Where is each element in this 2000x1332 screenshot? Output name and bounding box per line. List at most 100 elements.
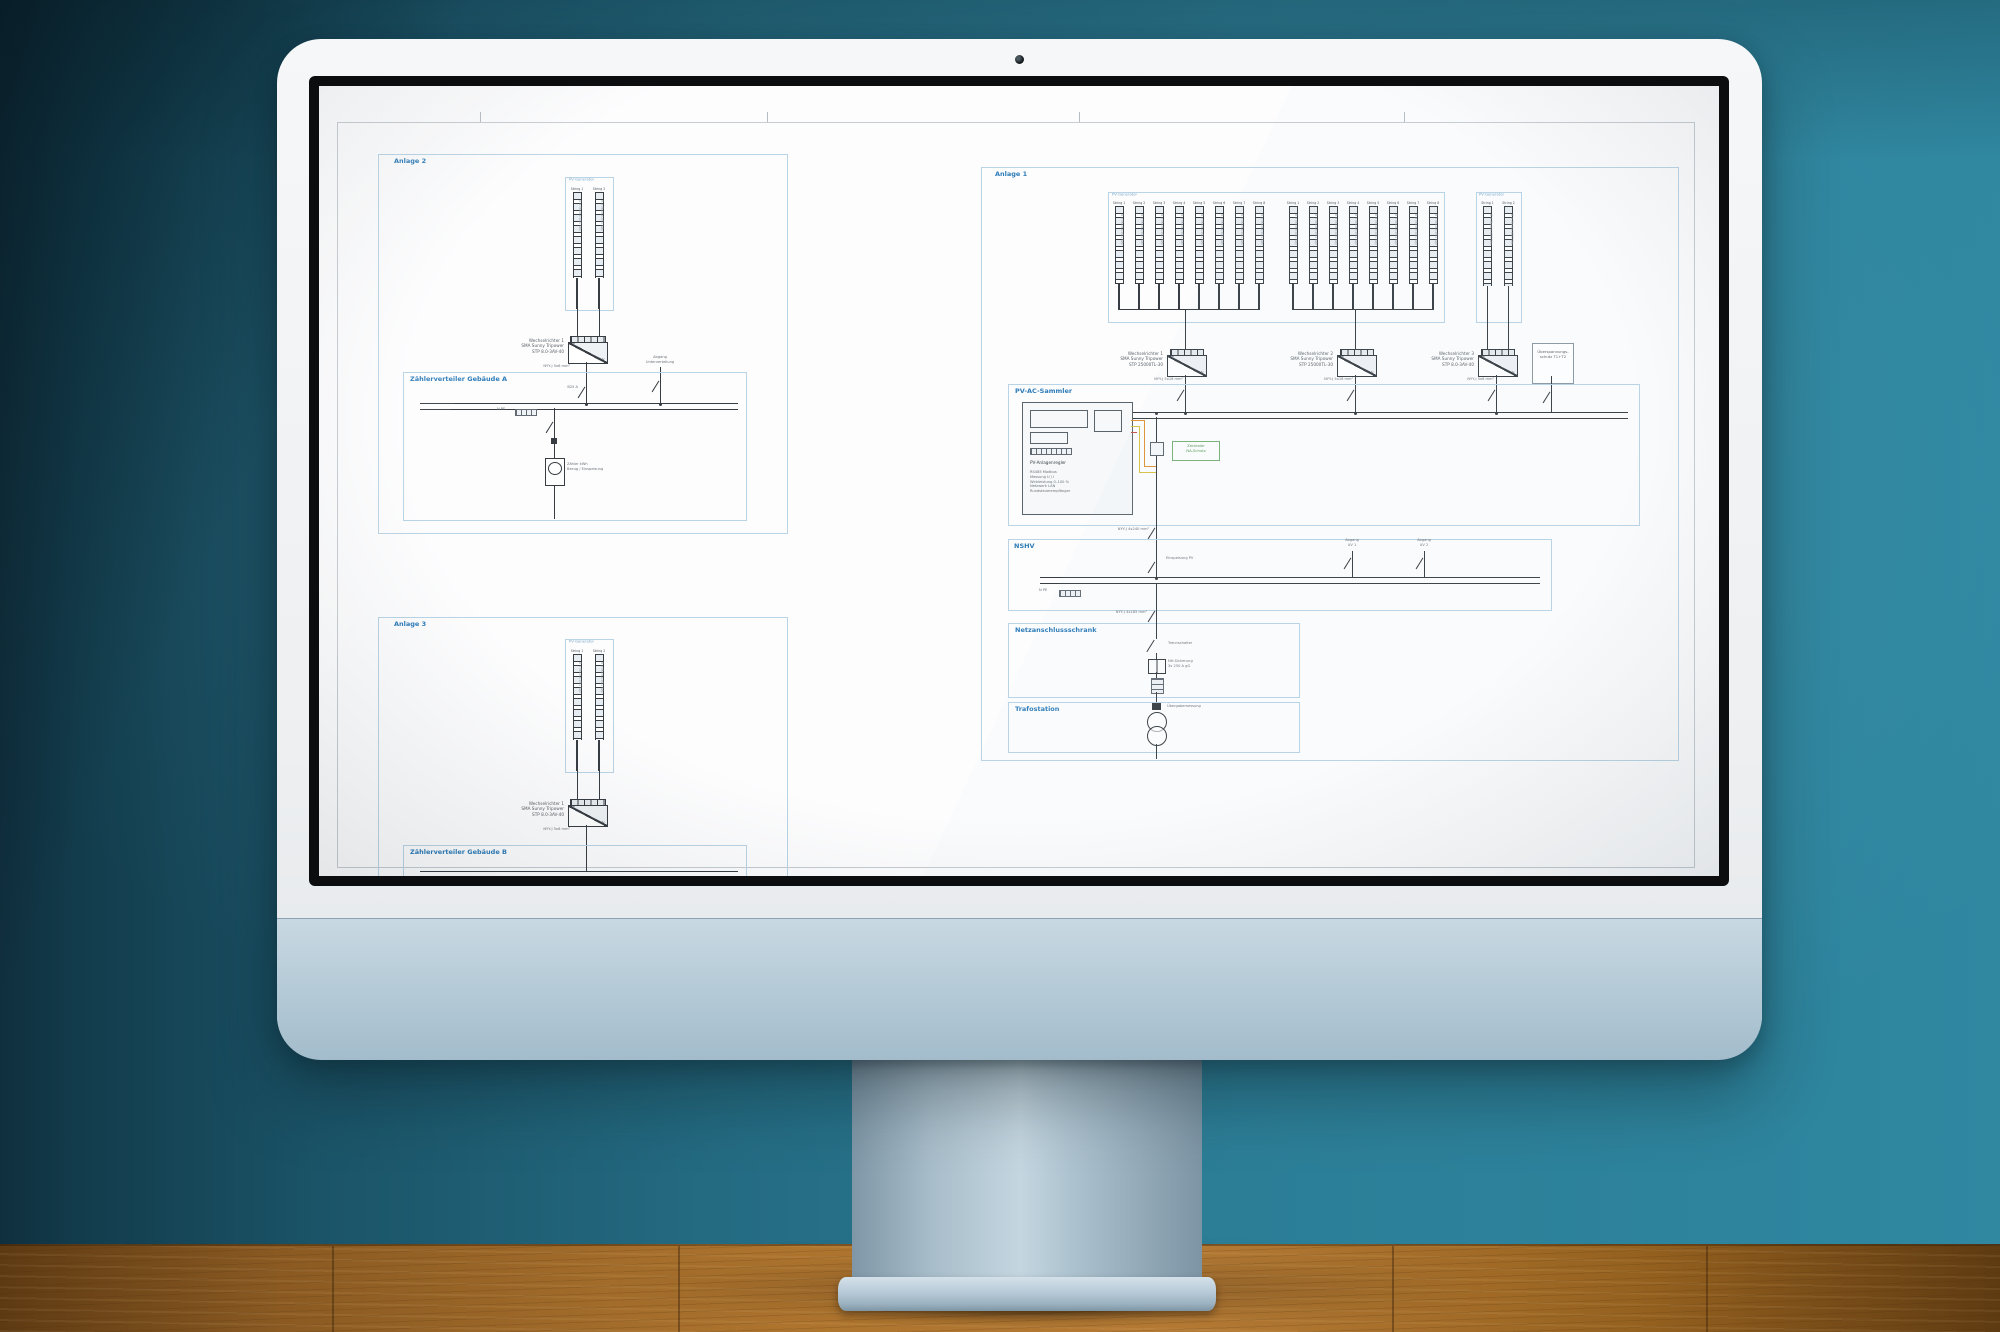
ct-meter-symbol [1150, 442, 1164, 456]
pv-string-group: String 18 x Modul 450 WpString 28 x Modu… [1478, 200, 1520, 312]
pv-string-column: String 58 x Modul 450 Wp [1364, 200, 1382, 310]
inverter-symbol: =~ [1337, 355, 1377, 377]
inverter-label: Wechselrichter 3SMA Sunny TripowerSTP 8.… [1372, 351, 1474, 367]
signal-wire-red [1131, 432, 1137, 433]
dc-line [599, 309, 600, 336]
dc-line [576, 740, 577, 771]
pv-string-label: String 1 [1479, 200, 1496, 205]
sheet-tick [767, 112, 768, 122]
anlage1-title: Anlage 1 [995, 170, 1027, 178]
transformer-station-title: Trafostation [1015, 705, 1059, 713]
meter-symbol [545, 458, 565, 486]
pv-string-group: String 18 x Modul 450 WpString 28 x Modu… [567, 186, 611, 309]
dc-line [1138, 284, 1139, 310]
grid-line [1156, 417, 1157, 524]
dc-line [577, 771, 578, 799]
pv-module-note: 8 x Modul 450 Wp [1180, 214, 1184, 245]
pe-label: N PE [1039, 588, 1047, 593]
inverter-label: Wechselrichter 1SMA Sunny TripowerSTP 8.… [458, 801, 564, 817]
pv-string-column: String 28 x Modul 450 Wp [1130, 200, 1148, 310]
dc-line [1355, 309, 1356, 349]
anlage2-title: Anlage 2 [394, 157, 426, 165]
pv-string-label: String 8 [1251, 200, 1267, 205]
cable-label: NYY-J 5x16 mm² [1289, 377, 1353, 382]
pv-string-column: String 18 x Modul 450 Wp [567, 186, 587, 309]
imac-chin [277, 918, 1762, 1060]
switch-label: Trennschalter [1168, 641, 1192, 646]
dc-line [1218, 284, 1219, 310]
controller-module [1030, 410, 1088, 428]
sheet-tick [1404, 112, 1405, 122]
inverter-symbol: =~ [1167, 355, 1207, 377]
signal-wire-orange [1131, 420, 1145, 421]
feeder-stub [1424, 551, 1425, 577]
dc-line [1508, 286, 1509, 312]
pv-string-label: String 2 [590, 648, 608, 653]
pv-module-note: 8 x Modul 450 Wp [1140, 214, 1144, 245]
dc-line [576, 278, 577, 309]
controller-module [1030, 432, 1068, 444]
string-merge-line [1293, 309, 1433, 310]
grid-line [1156, 583, 1157, 623]
dc-line [1118, 284, 1119, 310]
pv-string-group: String 18 x Modul 450 WpString 28 x Modu… [1110, 200, 1268, 310]
inverter-label: Wechselrichter 1SMA Sunny TripowerSTP 8.… [458, 338, 564, 354]
signal-wire-yellow [1139, 472, 1157, 473]
pv-string-column: String 78 x Modul 450 Wp [1230, 200, 1248, 310]
pv-module-note: 8 x Modul 450 Wp [1200, 214, 1204, 245]
scene: Anlage 2 PV-Generator String 18 x Modul … [0, 0, 2000, 1332]
pv-string-column: String 2 8 x Modul 450 Wp [589, 648, 609, 771]
pv-string-label: String 3 [1325, 200, 1341, 205]
dc-line [1487, 286, 1488, 312]
wiring-diagram: Anlage 2 PV-Generator String 18 x Modul … [319, 86, 1719, 876]
cable-label: NYY-J 5x6 mm² [1430, 377, 1494, 382]
pv-string-label: String 2 [1305, 200, 1321, 205]
pv-string-label: String 7 [1405, 200, 1421, 205]
junction-dot [1155, 412, 1158, 415]
pv-string-label: String 6 [1211, 200, 1227, 205]
sheet-tick [480, 112, 481, 122]
pv-string-label: String 4 [1171, 200, 1187, 205]
pv-module-note: 8 x Modul 450 Wp [578, 662, 582, 693]
feeder-label: Einspeisung PV [1166, 556, 1193, 561]
pv-string-box-title: PV-Generator [569, 640, 594, 645]
anlage3-title: Anlage 3 [394, 620, 426, 628]
inverter-label: Wechselrichter 1SMA Sunny TripowerSTP 25… [1061, 351, 1163, 367]
inverter-symbol: =~ [568, 805, 608, 827]
pv-module-note: 8 x Modul 450 Wp [600, 662, 604, 693]
pv-module-note: 8 x Modul 450 Wp [1240, 214, 1244, 245]
pv-string-label: String 3 [1151, 200, 1167, 205]
dc-line [1332, 284, 1333, 310]
controller-label: PV-Anlagenregler [1030, 460, 1066, 465]
pv-module-note: 8 x Modul 450 Wp [1354, 214, 1358, 245]
transformer-symbol [1147, 726, 1167, 746]
junction-dot [1354, 412, 1357, 415]
inverter-symbol: =~ [568, 342, 608, 364]
pv-string-column: String 18 x Modul 450 Wp [1478, 200, 1497, 312]
pv-string-label: String 5 [1365, 200, 1381, 205]
pv-string-box-title: PV-Generator [1479, 193, 1504, 198]
cable-label: NYY-J 5x6 mm² [500, 827, 570, 832]
imac-stand-base [838, 1277, 1216, 1311]
pv-string-column: String 18 x Modul 450 Wp [1110, 200, 1128, 310]
dc-line [598, 278, 599, 309]
busbar [1100, 412, 1628, 419]
pv-module-note: 8 x Modul 450 Wp [1414, 214, 1418, 245]
cable-label: NYY-J 4x185 mm² [1075, 610, 1147, 615]
outgoing-label: AbgangUV 2 [1404, 538, 1444, 548]
dc-line [577, 309, 578, 336]
string-merge-line [1119, 309, 1259, 310]
pv-string-box-title: PV-Generator [1112, 193, 1137, 198]
pv-string-column: String 38 x Modul 450 Wp [1324, 200, 1342, 310]
pv-module-note: 8 x Modul 450 Wp [1394, 214, 1398, 245]
pv-string-column: String 38 x Modul 450 Wp [1150, 200, 1168, 310]
busbar [1040, 577, 1540, 584]
dc-line [1352, 284, 1353, 310]
dc-line [1508, 312, 1509, 349]
fuse-label: NH-Sicherung3x 250 A gG [1168, 659, 1193, 669]
junction-dot [1155, 577, 1158, 580]
junction-dot [659, 403, 662, 406]
pe-label: N PE [497, 407, 505, 412]
pv-string-group: String 18 x Modul 450 WpString 28 x Modu… [567, 648, 611, 771]
distribution-title: Zählerverteiler Gebäude B [410, 848, 507, 856]
